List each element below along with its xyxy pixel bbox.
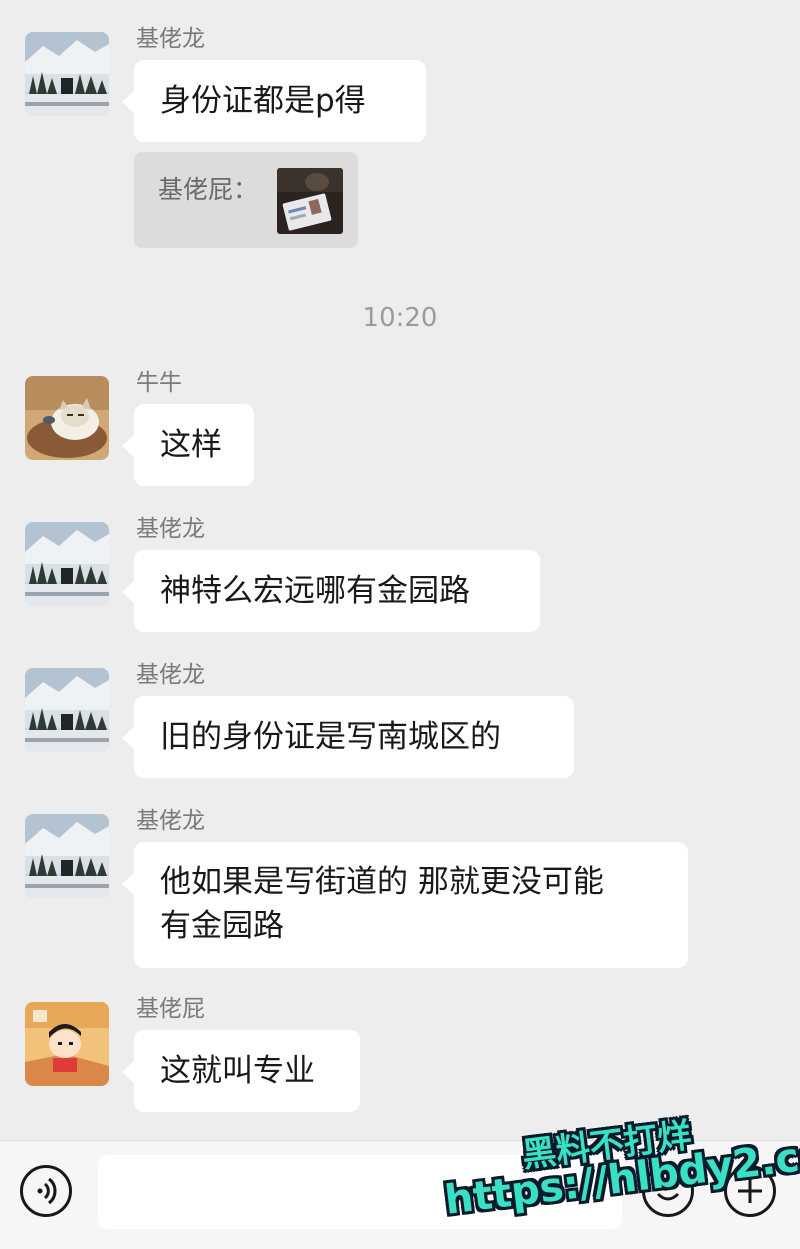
message-text: 神特么宏远哪有金园路 xyxy=(160,573,470,609)
sender-name: 牛牛 xyxy=(136,370,182,396)
message-bubble[interactable]: 神特么宏远哪有金园路 xyxy=(122,550,540,632)
cat-avatar[interactable] xyxy=(25,376,109,460)
bubble-tail xyxy=(122,434,135,458)
sender-name: 基佬屁 xyxy=(136,996,205,1022)
voice-icon xyxy=(37,1177,57,1205)
message-text: 旧的身份证是写南城区的 xyxy=(160,719,501,755)
message-text-line: 他如果是写街道的 那就更没可能 xyxy=(160,864,604,900)
emoji-icon xyxy=(656,1183,680,1201)
sender-name: 基佬龙 xyxy=(136,516,205,542)
snow-mountain-avatar[interactable] xyxy=(25,32,109,116)
message-bubble[interactable]: 旧的身份证是写南城区的 xyxy=(122,696,574,778)
message-text: 身份证都是p得 xyxy=(160,83,366,119)
sender-name: 基佬龙 xyxy=(136,662,205,688)
sender-name: 基佬龙 xyxy=(136,808,205,834)
emoji-button[interactable] xyxy=(642,1165,694,1217)
plus-button[interactable] xyxy=(724,1165,776,1217)
chat-area: 基佬龙 身份证都是p得 基佬屁： 10:20 牛牛 这样 基佬龙 神特么宏远哪有… xyxy=(0,0,800,1140)
snow-mountain-avatar[interactable] xyxy=(25,668,109,752)
message-bubble[interactable]: 这就叫专业 xyxy=(122,1030,360,1112)
message-text: 这就叫专业 xyxy=(160,1053,315,1089)
bubble-tail xyxy=(122,872,135,896)
snow-mountain-avatar[interactable] xyxy=(25,522,109,606)
message-text-line: 有金园路 xyxy=(160,908,284,944)
message-text: 这样 xyxy=(160,427,222,463)
quoted-message[interactable]: 基佬屁： xyxy=(134,152,358,248)
sender-name: 基佬龙 xyxy=(136,26,205,52)
message-bubble[interactable]: 身份证都是p得 xyxy=(122,60,426,142)
cartoon-avatar[interactable] xyxy=(25,1002,109,1086)
message-input[interactable] xyxy=(98,1155,622,1229)
bubble-tail xyxy=(122,726,135,750)
id-card-photo-thumbnail[interactable] xyxy=(277,168,343,234)
bubble-tail xyxy=(122,580,135,604)
bubble-tail xyxy=(122,1060,135,1084)
quote-label: 基佬屁： xyxy=(158,175,259,204)
message-bubble[interactable]: 他如果是写街道的 那就更没可能 有金园路 xyxy=(122,842,688,968)
snow-mountain-avatar[interactable] xyxy=(25,814,109,898)
voice-button[interactable] xyxy=(20,1165,72,1217)
timestamp: 10:20 xyxy=(362,303,438,333)
plus-icon xyxy=(738,1179,762,1203)
message-bubble[interactable]: 这样 xyxy=(122,404,254,486)
input-bar xyxy=(0,1140,800,1249)
bubble-tail xyxy=(122,90,135,114)
